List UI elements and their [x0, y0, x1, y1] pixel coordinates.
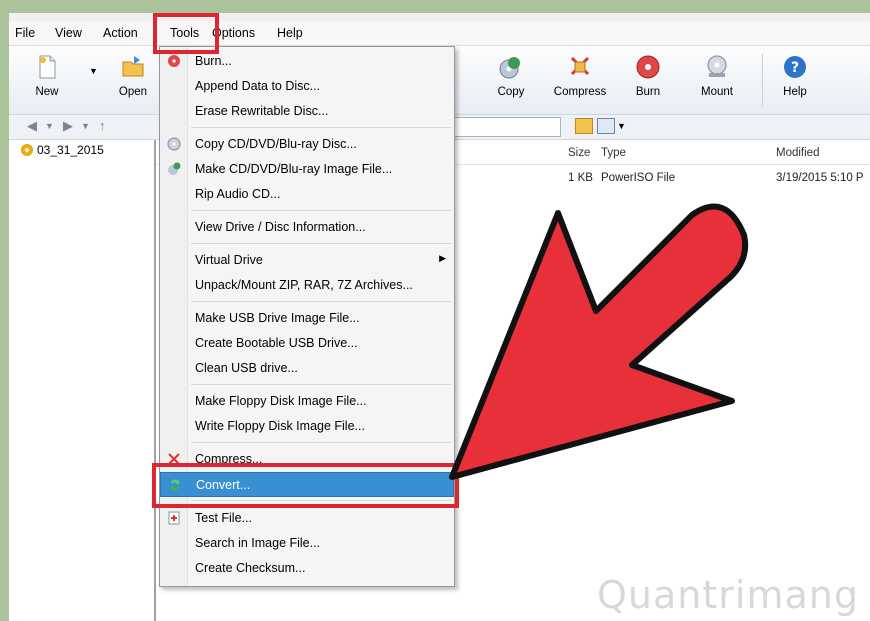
menu-separator: [191, 127, 451, 128]
help-button[interactable]: ? Help: [765, 52, 825, 108]
menu-item-make-usb-image[interactable]: Make USB Drive Image File...: [160, 306, 454, 331]
convert-highlight-box: [152, 463, 459, 508]
compress-icon: [570, 56, 590, 76]
menu-separator: [191, 301, 451, 302]
menu-view[interactable]: View: [55, 26, 82, 40]
make-image-icon: [168, 162, 181, 175]
open-button-label: Open: [118, 86, 148, 98]
mount-button-label: Mount: [701, 86, 733, 98]
cell-size: 1 KB: [568, 172, 593, 184]
menu-item-unpack-archives[interactable]: Unpack/Mount ZIP, RAR, 7Z Archives...: [160, 273, 454, 298]
menu-item-rip-audio[interactable]: Rip Audio CD...: [160, 182, 454, 207]
menu-item-append-data[interactable]: Append Data to Disc...: [160, 74, 454, 99]
cell-modified: 3/19/2015 5:10 P: [776, 172, 864, 184]
menu-help[interactable]: Help: [277, 26, 303, 40]
disc-image-icon: [21, 144, 33, 156]
column-modified[interactable]: Modified: [776, 147, 819, 159]
compress-button[interactable]: Compress: [550, 52, 610, 108]
column-type[interactable]: Type: [601, 147, 626, 159]
view-mode-icon[interactable]: [597, 118, 615, 134]
menu-item-test-file[interactable]: Test File...: [160, 506, 454, 531]
new-button-label: New: [35, 86, 59, 98]
menu-item-search-image[interactable]: Search in Image File...: [160, 531, 454, 556]
menu-item-copy-disc[interactable]: Copy CD/DVD/Blu-ray Disc...: [160, 132, 454, 157]
new-dropdown-arrow-icon[interactable]: ▼: [89, 66, 98, 76]
copy-disc-icon: [167, 137, 181, 151]
new-button[interactable]: New: [17, 52, 77, 108]
cell-type: PowerISO File: [601, 172, 676, 184]
menu-item-bootable-usb[interactable]: Create Bootable USB Drive...: [160, 331, 454, 356]
svg-text:?: ?: [791, 60, 799, 76]
burn-button-label: Burn: [635, 86, 661, 98]
address-field[interactable]: [449, 117, 561, 137]
new-file-icon: [39, 55, 56, 79]
burn-disc-icon: [168, 55, 180, 67]
tools-highlight-box: [153, 13, 219, 54]
forward-arrow-icon[interactable]: ▶: [63, 118, 73, 134]
menu-item-make-image[interactable]: Make CD/DVD/Blu-ray Image File...: [160, 157, 454, 182]
copy-button[interactable]: Copy: [481, 52, 541, 108]
menu-action[interactable]: Action: [103, 26, 138, 40]
test-file-icon: [168, 511, 180, 525]
menu-item-virtual-drive[interactable]: Virtual Drive ▶: [160, 248, 454, 273]
compress-button-label: Compress: [553, 86, 607, 98]
mount-drive-icon: [707, 55, 727, 77]
menu-item-erase-disc[interactable]: Erase Rewritable Disc...: [160, 99, 454, 124]
copy-disc-icon: [499, 57, 520, 79]
menu-item-make-floppy-image[interactable]: Make Floppy Disk Image File...: [160, 389, 454, 414]
help-button-label: Help: [783, 86, 807, 98]
menu-separator: [191, 243, 451, 244]
menu-separator: [191, 384, 451, 385]
menu-item-clean-usb[interactable]: Clean USB drive...: [160, 356, 454, 381]
help-icon: ?: [784, 56, 806, 78]
column-size[interactable]: Size: [568, 147, 590, 159]
view-dropdown-icon[interactable]: ▼: [617, 121, 626, 131]
back-arrow-icon[interactable]: ◀: [27, 118, 37, 134]
menu-item-write-floppy-image[interactable]: Write Floppy Disk Image File...: [160, 414, 454, 439]
tree-item-disc[interactable]: 03_31_2015: [21, 143, 104, 157]
menu-item-view-drive-info[interactable]: View Drive / Disc Information...: [160, 215, 454, 240]
menu-separator: [191, 210, 451, 211]
toolbar-separator: [762, 54, 763, 106]
folder-view-icon[interactable]: [575, 118, 593, 134]
burn-button[interactable]: Burn: [618, 52, 678, 108]
menu-item-create-checksum[interactable]: Create Checksum...: [160, 556, 454, 581]
open-folder-icon: [122, 56, 144, 77]
folder-tree: 03_31_2015: [9, 140, 156, 621]
menu-bar: File View Action Tools Options Help: [9, 21, 870, 46]
watermark: Quantrimang: [597, 573, 859, 617]
mount-button[interactable]: Mount: [687, 52, 747, 108]
back-dropdown-icon[interactable]: ▼: [45, 121, 54, 131]
open-button[interactable]: Open: [103, 52, 163, 108]
tree-item-label: 03_31_2015: [37, 143, 104, 157]
red-arrow-annotation: [449, 203, 749, 480]
burn-disc-icon: [636, 55, 660, 79]
up-folder-icon[interactable]: ↑: [99, 118, 106, 133]
menu-file[interactable]: File: [15, 26, 35, 40]
menu-separator: [191, 442, 451, 443]
forward-dropdown-icon[interactable]: ▼: [81, 121, 90, 131]
copy-button-label: Copy: [497, 86, 525, 98]
